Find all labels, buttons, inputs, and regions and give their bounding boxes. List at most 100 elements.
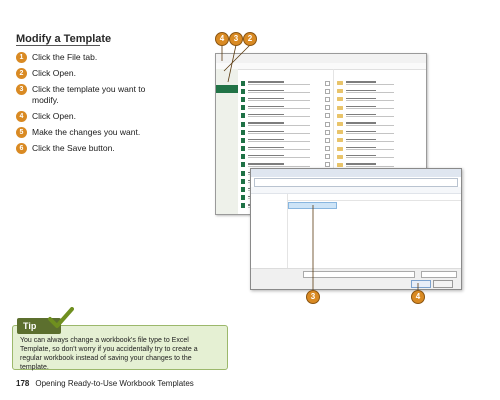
step-text: Click the File tab. xyxy=(32,52,98,62)
backstage-item xyxy=(216,69,238,77)
pin-icon xyxy=(325,129,330,135)
step-number: 1 xyxy=(16,52,27,63)
dialog-command-bar xyxy=(251,187,461,194)
backstage-item-open xyxy=(216,85,238,93)
backstage-item xyxy=(216,93,238,101)
step-6: 6 Click the Save button. xyxy=(16,143,216,154)
pane-header xyxy=(238,69,333,79)
pin-icon xyxy=(325,137,330,143)
recent-file-row xyxy=(238,104,333,112)
step-5: 5 Make the changes you want. xyxy=(16,127,216,138)
step-text: Click Open. xyxy=(32,111,76,121)
excel-file-icon xyxy=(241,137,245,143)
pin-icon xyxy=(325,80,330,86)
step-number: 3 xyxy=(16,84,27,95)
excel-file-icon xyxy=(241,178,245,184)
excel-file-icon xyxy=(241,203,245,209)
section-rule xyxy=(16,45,100,46)
excel-file-icon xyxy=(241,96,245,102)
step-2: 2 Click Open. xyxy=(16,68,216,79)
recent-place-row xyxy=(334,87,426,95)
recent-place-row xyxy=(334,95,426,103)
backstage-menu xyxy=(216,69,238,214)
callout-bottom-left: 3 xyxy=(306,290,320,304)
folder-icon xyxy=(337,97,343,102)
recent-file-row xyxy=(238,153,333,161)
recent-file-row xyxy=(238,87,333,95)
pin-icon xyxy=(325,154,330,160)
page-number: 178 xyxy=(16,379,30,388)
backstage-item xyxy=(216,77,238,85)
recent-file-row xyxy=(238,145,333,153)
recent-file-row xyxy=(238,128,333,136)
open-button xyxy=(411,280,431,288)
excel-file-icon xyxy=(241,170,245,176)
recent-place-row xyxy=(334,112,426,120)
backstage-item xyxy=(216,125,238,133)
callout-bottom-right: 4 xyxy=(411,290,425,304)
folder-icon xyxy=(337,81,343,86)
excel-file-icon xyxy=(241,121,245,127)
folder-icon xyxy=(337,105,343,110)
step-4: 4 Click Open. xyxy=(16,111,216,122)
recent-place-row xyxy=(334,104,426,112)
folder-icon xyxy=(337,154,343,159)
recent-place-row xyxy=(334,120,426,128)
backstage-item xyxy=(216,133,238,141)
folder-icon xyxy=(337,113,343,118)
recent-place-row xyxy=(334,153,426,161)
file-type-select xyxy=(421,271,457,278)
recent-place-row xyxy=(334,79,426,87)
folder-icon xyxy=(337,89,343,94)
pin-icon xyxy=(325,162,330,168)
excel-file-icon xyxy=(241,162,245,168)
excel-file-icon xyxy=(241,154,245,160)
open-dialog-screenshot xyxy=(250,168,462,290)
pin-icon xyxy=(325,121,330,127)
step-3: 3 Click the template you want to modify. xyxy=(16,84,216,106)
dialog-file-list xyxy=(288,194,461,269)
recent-file-row xyxy=(238,112,333,120)
excel-file-icon xyxy=(241,146,245,152)
folder-icon xyxy=(337,122,343,127)
step-text: Click Open. xyxy=(32,68,76,78)
checkmark-icon xyxy=(48,307,74,328)
cancel-button xyxy=(433,280,453,288)
step-text: Click the template you want to modify. xyxy=(32,84,146,105)
dialog-footer xyxy=(251,268,461,289)
excel-file-icon xyxy=(241,187,245,193)
step-text: Click the Save button. xyxy=(32,143,115,153)
recent-file-row xyxy=(238,136,333,144)
recent-place-row xyxy=(334,145,426,153)
nav-item xyxy=(251,251,287,256)
pin-icon xyxy=(325,96,330,102)
chapter-title: Opening Ready-to-Use Workbook Templates xyxy=(35,379,194,388)
step-number: 2 xyxy=(16,68,27,79)
callout-top-c: 2 xyxy=(243,32,257,46)
excel-file-icon xyxy=(241,88,245,94)
step-text: Make the changes you want. xyxy=(32,127,141,137)
backstage-item xyxy=(216,101,238,109)
folder-icon xyxy=(337,130,343,135)
recent-file-row xyxy=(238,95,333,103)
folder-icon xyxy=(337,162,343,167)
step-number: 4 xyxy=(16,111,27,122)
excel-file-icon xyxy=(241,105,245,111)
pane-header xyxy=(334,69,426,79)
folder-icon xyxy=(337,146,343,151)
file-list-header xyxy=(288,194,461,201)
page-footer: 178 Opening Ready-to-Use Workbook Templat… xyxy=(16,379,194,388)
step-1: 1 Click the File tab. xyxy=(16,52,216,63)
excel-file-icon xyxy=(241,129,245,135)
excel-file-icon xyxy=(241,195,245,201)
excel-file-icon xyxy=(241,113,245,119)
dialog-nav-pane xyxy=(251,194,288,269)
excel-file-icon xyxy=(241,80,245,86)
recent-file-row xyxy=(238,120,333,128)
pin-icon xyxy=(325,113,330,119)
folder-icon xyxy=(337,138,343,143)
step-number: 6 xyxy=(16,143,27,154)
address-bar xyxy=(254,178,458,187)
step-number: 5 xyxy=(16,127,27,138)
tip-text: You can always change a workbook's file … xyxy=(20,337,198,371)
